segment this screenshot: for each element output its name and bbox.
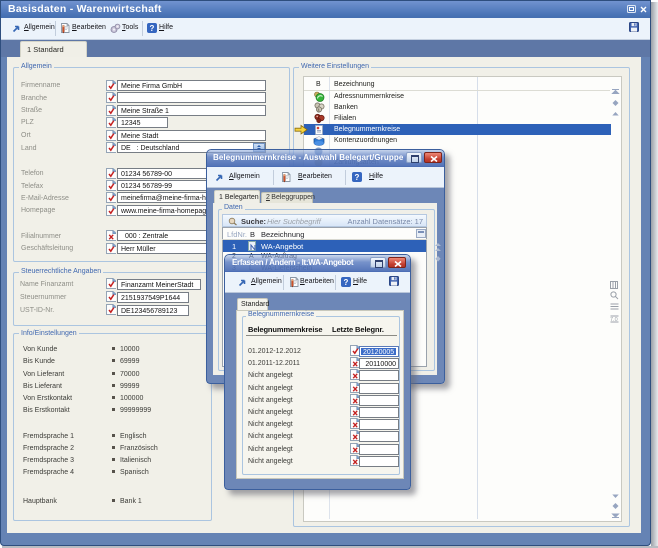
svg-text:?: ? — [355, 173, 360, 182]
svg-text:7.0: 7.0 — [610, 317, 618, 323]
svg-text:?: ? — [150, 24, 155, 33]
svg-text:?: ? — [344, 278, 349, 287]
